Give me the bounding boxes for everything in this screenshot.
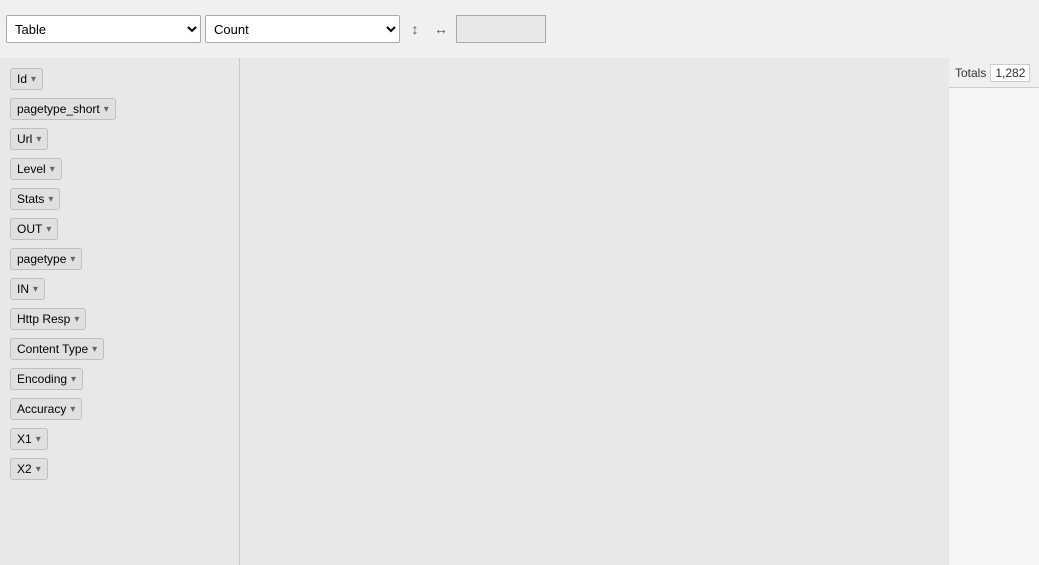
fields-container: Id▾pagetype_short▾Url▾Level▾Stats▾OUT▾pa… xyxy=(8,64,231,484)
field-item-stats[interactable]: Stats ▾ xyxy=(10,188,60,210)
result-box xyxy=(456,15,546,43)
field-item-x1[interactable]: X1 ▾ xyxy=(10,428,48,450)
field-label: Accuracy xyxy=(17,402,66,416)
field-label: Encoding xyxy=(17,372,67,386)
dropdown-arrow-icon: ▾ xyxy=(74,314,79,325)
dropdown-arrow-icon: ▾ xyxy=(48,194,53,205)
right-panel: Totals 1,282 xyxy=(949,58,1039,565)
totals-label: Totals xyxy=(955,66,986,80)
field-item-id[interactable]: Id ▾ xyxy=(10,68,43,90)
count-select[interactable]: Count xyxy=(205,15,400,43)
table-select[interactable]: Table xyxy=(6,15,201,43)
field-label: pagetype xyxy=(17,252,66,266)
expand-icon[interactable]: ↔ xyxy=(430,18,452,40)
field-label: X2 xyxy=(17,462,32,476)
totals-value: 1,282 xyxy=(990,64,1030,82)
field-label: pagetype_short xyxy=(17,102,100,116)
center-panel xyxy=(240,58,949,565)
left-panel: Id▾pagetype_short▾Url▾Level▾Stats▾OUT▾pa… xyxy=(0,58,240,565)
dropdown-arrow-icon: ▾ xyxy=(92,344,97,355)
dropdown-arrow-icon: ▾ xyxy=(71,374,76,385)
field-label: Level xyxy=(17,162,46,176)
totals-row: Totals 1,282 xyxy=(949,58,1039,88)
dropdown-arrow-icon: ▾ xyxy=(70,254,75,265)
dropdown-arrow-icon: ▾ xyxy=(36,134,41,145)
dropdown-arrow-icon: ▾ xyxy=(50,164,55,175)
field-item-content-type[interactable]: Content Type ▾ xyxy=(10,338,104,360)
field-item-x2[interactable]: X2 ▾ xyxy=(10,458,48,480)
dropdown-arrow-icon: ▾ xyxy=(104,104,109,115)
field-item-url[interactable]: Url ▾ xyxy=(10,128,48,150)
field-label: Stats xyxy=(17,192,44,206)
field-label: Url xyxy=(17,132,32,146)
field-label: OUT xyxy=(17,222,42,236)
field-item-pagetype[interactable]: pagetype ▾ xyxy=(10,248,82,270)
field-item-in[interactable]: IN ▾ xyxy=(10,278,45,300)
dropdown-arrow-icon: ▾ xyxy=(46,224,51,235)
field-item-pagetype_short[interactable]: pagetype_short ▾ xyxy=(10,98,116,120)
field-label: Id xyxy=(17,72,27,86)
sort-icon[interactable]: ↕ xyxy=(404,18,426,40)
field-item-out[interactable]: OUT ▾ xyxy=(10,218,58,240)
field-item-level[interactable]: Level ▾ xyxy=(10,158,62,180)
main-content: Id▾pagetype_short▾Url▾Level▾Stats▾OUT▾pa… xyxy=(0,58,1039,565)
field-item-encoding[interactable]: Encoding ▾ xyxy=(10,368,83,390)
field-label: Http Resp xyxy=(17,312,70,326)
dropdown-arrow-icon: ▾ xyxy=(31,74,36,85)
field-item-http-resp[interactable]: Http Resp ▾ xyxy=(10,308,86,330)
dropdown-arrow-icon: ▾ xyxy=(36,464,41,475)
dropdown-arrow-icon: ▾ xyxy=(70,404,75,415)
field-label: IN xyxy=(17,282,29,296)
field-label: X1 xyxy=(17,432,32,446)
toolbar: Table Count ↕ ↔ xyxy=(0,0,1039,58)
field-item-accuracy[interactable]: Accuracy ▾ xyxy=(10,398,82,420)
dropdown-arrow-icon: ▾ xyxy=(33,284,38,295)
dropdown-arrow-icon: ▾ xyxy=(36,434,41,445)
field-label: Content Type xyxy=(17,342,88,356)
